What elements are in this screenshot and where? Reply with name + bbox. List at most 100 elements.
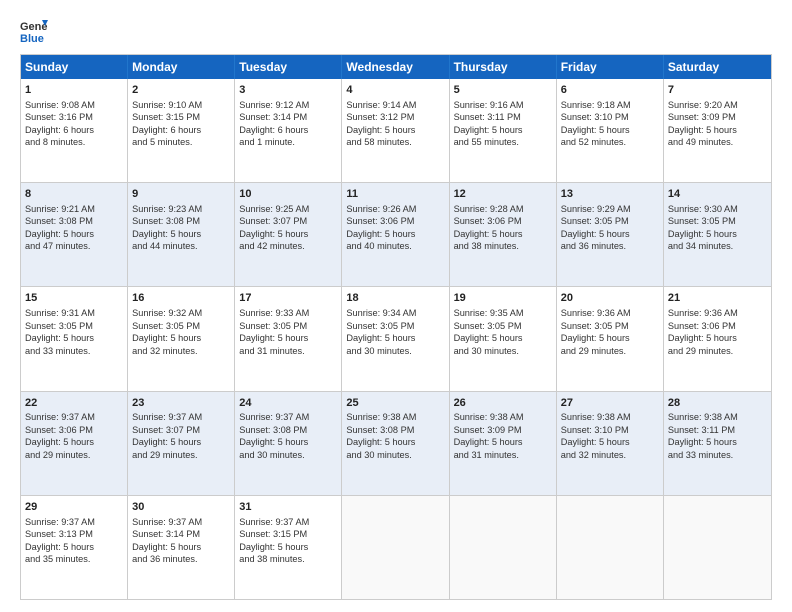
day-info-line: Daylight: 5 hours: [668, 332, 767, 344]
day-info-line: and 5 minutes.: [132, 136, 230, 148]
day-cell-30: 30Sunrise: 9:37 AMSunset: 3:14 PMDayligh…: [128, 496, 235, 599]
col-head-monday: Monday: [128, 55, 235, 79]
day-info-line: Sunset: 3:06 PM: [25, 424, 123, 436]
day-cell-2: 2Sunrise: 9:10 AMSunset: 3:15 PMDaylight…: [128, 79, 235, 182]
day-info-line: Sunset: 3:05 PM: [25, 320, 123, 332]
day-info-line: Sunrise: 9:30 AM: [668, 203, 767, 215]
day-number: 12: [454, 187, 552, 202]
day-info-line: and 8 minutes.: [25, 136, 123, 148]
day-info-line: Sunrise: 9:38 AM: [561, 411, 659, 423]
day-info-line: Sunrise: 9:10 AM: [132, 99, 230, 111]
day-info-line: Daylight: 5 hours: [561, 124, 659, 136]
day-cell-10: 10Sunrise: 9:25 AMSunset: 3:07 PMDayligh…: [235, 183, 342, 286]
day-number: 3: [239, 83, 337, 98]
day-info-line: Daylight: 5 hours: [668, 436, 767, 448]
day-info-line: and 47 minutes.: [25, 240, 123, 252]
day-number: 29: [25, 500, 123, 515]
calendar: SundayMondayTuesdayWednesdayThursdayFrid…: [20, 54, 772, 600]
day-info-line: and 36 minutes.: [132, 553, 230, 565]
day-info-line: Sunset: 3:08 PM: [346, 424, 444, 436]
day-number: 31: [239, 500, 337, 515]
day-info-line: Sunset: 3:10 PM: [561, 424, 659, 436]
day-info-line: Daylight: 5 hours: [454, 332, 552, 344]
day-info-line: Sunset: 3:08 PM: [239, 424, 337, 436]
day-number: 21: [668, 291, 767, 306]
day-number: 30: [132, 500, 230, 515]
day-info-line: Sunset: 3:15 PM: [132, 111, 230, 123]
day-info-line: Sunset: 3:05 PM: [454, 320, 552, 332]
day-info-line: Daylight: 5 hours: [25, 228, 123, 240]
day-cell-26: 26Sunrise: 9:38 AMSunset: 3:09 PMDayligh…: [450, 392, 557, 495]
day-number: 10: [239, 187, 337, 202]
header: General Blue: [20, 16, 772, 44]
day-info-line: Sunrise: 9:38 AM: [454, 411, 552, 423]
col-head-friday: Friday: [557, 55, 664, 79]
calendar-header: SundayMondayTuesdayWednesdayThursdayFrid…: [21, 55, 771, 79]
day-info-line: and 29 minutes.: [132, 449, 230, 461]
day-info-line: Sunrise: 9:37 AM: [239, 411, 337, 423]
col-head-wednesday: Wednesday: [342, 55, 449, 79]
day-info-line: Daylight: 5 hours: [454, 124, 552, 136]
day-number: 15: [25, 291, 123, 306]
day-info-line: Sunrise: 9:32 AM: [132, 307, 230, 319]
day-info-line: Daylight: 5 hours: [132, 332, 230, 344]
day-info-line: and 42 minutes.: [239, 240, 337, 252]
day-cell-empty-4-5: [557, 496, 664, 599]
day-cell-14: 14Sunrise: 9:30 AMSunset: 3:05 PMDayligh…: [664, 183, 771, 286]
day-info-line: Daylight: 6 hours: [239, 124, 337, 136]
day-info-line: and 40 minutes.: [346, 240, 444, 252]
logo: General Blue: [20, 16, 52, 44]
day-number: 19: [454, 291, 552, 306]
day-info-line: and 35 minutes.: [25, 553, 123, 565]
day-info-line: Daylight: 6 hours: [25, 124, 123, 136]
col-head-sunday: Sunday: [21, 55, 128, 79]
day-info-line: Sunrise: 9:26 AM: [346, 203, 444, 215]
day-info-line: and 30 minutes.: [346, 345, 444, 357]
day-info-line: and 33 minutes.: [668, 449, 767, 461]
day-cell-29: 29Sunrise: 9:37 AMSunset: 3:13 PMDayligh…: [21, 496, 128, 599]
day-number: 16: [132, 291, 230, 306]
day-cell-28: 28Sunrise: 9:38 AMSunset: 3:11 PMDayligh…: [664, 392, 771, 495]
calendar-row-1: 1Sunrise: 9:08 AMSunset: 3:16 PMDaylight…: [21, 79, 771, 183]
day-info-line: Sunset: 3:05 PM: [346, 320, 444, 332]
day-info-line: and 58 minutes.: [346, 136, 444, 148]
day-info-line: Daylight: 5 hours: [25, 541, 123, 553]
day-cell-12: 12Sunrise: 9:28 AMSunset: 3:06 PMDayligh…: [450, 183, 557, 286]
day-info-line: Daylight: 5 hours: [25, 332, 123, 344]
day-info-line: Daylight: 5 hours: [239, 332, 337, 344]
day-info-line: Sunset: 3:07 PM: [132, 424, 230, 436]
day-info-line: Daylight: 5 hours: [668, 124, 767, 136]
day-info-line: Sunset: 3:10 PM: [561, 111, 659, 123]
day-info-line: and 38 minutes.: [239, 553, 337, 565]
day-number: 25: [346, 396, 444, 411]
calendar-row-2: 8Sunrise: 9:21 AMSunset: 3:08 PMDaylight…: [21, 183, 771, 287]
day-cell-27: 27Sunrise: 9:38 AMSunset: 3:10 PMDayligh…: [557, 392, 664, 495]
day-info-line: Daylight: 5 hours: [239, 541, 337, 553]
day-number: 5: [454, 83, 552, 98]
day-info-line: Daylight: 5 hours: [25, 436, 123, 448]
day-info-line: Daylight: 5 hours: [346, 228, 444, 240]
day-info-line: Daylight: 5 hours: [132, 228, 230, 240]
day-number: 7: [668, 83, 767, 98]
calendar-row-4: 22Sunrise: 9:37 AMSunset: 3:06 PMDayligh…: [21, 392, 771, 496]
day-number: 9: [132, 187, 230, 202]
day-info-line: and 30 minutes.: [239, 449, 337, 461]
day-info-line: Sunrise: 9:16 AM: [454, 99, 552, 111]
day-cell-9: 9Sunrise: 9:23 AMSunset: 3:08 PMDaylight…: [128, 183, 235, 286]
calendar-row-5: 29Sunrise: 9:37 AMSunset: 3:13 PMDayligh…: [21, 496, 771, 599]
day-cell-13: 13Sunrise: 9:29 AMSunset: 3:05 PMDayligh…: [557, 183, 664, 286]
day-number: 18: [346, 291, 444, 306]
day-cell-11: 11Sunrise: 9:26 AMSunset: 3:06 PMDayligh…: [342, 183, 449, 286]
day-info-line: and 29 minutes.: [668, 345, 767, 357]
day-info-line: Sunset: 3:06 PM: [668, 320, 767, 332]
day-info-line: and 49 minutes.: [668, 136, 767, 148]
day-info-line: Sunrise: 9:14 AM: [346, 99, 444, 111]
day-info-line: Sunrise: 9:23 AM: [132, 203, 230, 215]
day-info-line: Sunset: 3:11 PM: [454, 111, 552, 123]
day-info-line: Sunset: 3:14 PM: [239, 111, 337, 123]
day-info-line: and 1 minute.: [239, 136, 337, 148]
day-info-line: Sunrise: 9:36 AM: [561, 307, 659, 319]
day-info-line: and 29 minutes.: [561, 345, 659, 357]
day-info-line: and 38 minutes.: [454, 240, 552, 252]
day-info-line: Sunrise: 9:25 AM: [239, 203, 337, 215]
